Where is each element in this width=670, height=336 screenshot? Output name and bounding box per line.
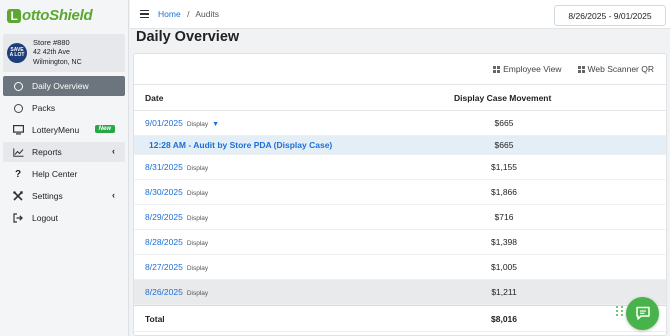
movement-value: $665 [494, 118, 514, 128]
sidebar-item-label: LotteryMenu [32, 125, 80, 135]
employee-view-button[interactable]: Employee View [493, 64, 562, 74]
date-link[interactable]: 8/28/2025 [145, 237, 183, 247]
table-row[interactable]: 8/28/2025 Display $1,398 [134, 230, 666, 255]
movement-value: $1,398 [491, 237, 517, 247]
sidebar-item-label: Daily Overview [32, 81, 89, 91]
grid-icon [577, 65, 585, 73]
table-row[interactable]: 8/26/2025 Display $1,211 [134, 280, 666, 305]
total-row: Total $8,016 [134, 305, 666, 332]
logo-wordmark: ottoShield [22, 6, 93, 24]
store-name: Store #880 [33, 38, 70, 47]
chat-icon [635, 306, 650, 320]
audit-detail-row[interactable]: 12:28 AM - Audit by Store PDA (Display C… [134, 136, 666, 155]
card-toolbar: Employee View Web Scanner QR [134, 54, 666, 84]
top-bar: Home / Audits 8/26/2025 - 9/01/2025 [130, 0, 670, 29]
breadcrumb-separator: / [187, 9, 190, 19]
date-range-picker[interactable]: 8/26/2025 - 9/01/2025 [554, 5, 666, 26]
sidebar-item-label: Packs [32, 103, 56, 113]
store-logo: SAVE A LOT [7, 43, 27, 63]
tools-icon [12, 191, 24, 201]
column-header-date: Date [145, 92, 164, 103]
sidebar-item-reports[interactable]: Reports ‹ [3, 142, 125, 162]
sidebar-item-packs[interactable]: Packs [3, 98, 125, 118]
table-row[interactable]: 8/31/2025 Display $1,155 [134, 155, 666, 180]
breadcrumb-home-link[interactable]: Home [158, 9, 181, 19]
total-label: Total [145, 313, 165, 324]
date-link[interactable]: 8/29/2025 [145, 212, 183, 222]
date-link[interactable]: 8/31/2025 [145, 162, 183, 172]
display-label: Display [186, 121, 209, 128]
store-address-line2: Wilmington, NC [33, 59, 82, 66]
column-header-movement: Display Case Movement [454, 92, 552, 103]
chevron-left-icon: ‹ [112, 190, 115, 200]
new-badge: New [94, 125, 115, 133]
sidebar-item-help-center[interactable]: ? Help Center [3, 164, 125, 184]
circle-icon [12, 81, 24, 91]
page-title: Daily Overview [136, 29, 240, 45]
movement-value: $1,866 [491, 187, 517, 197]
employee-view-label: Employee View [503, 64, 562, 74]
breadcrumb-current: Audits [195, 9, 219, 19]
movement-value: $1,155 [491, 162, 517, 172]
drag-handle-icon[interactable] [616, 306, 624, 316]
web-scanner-label: Web Scanner QR [587, 64, 654, 74]
movement-value: $1,005 [491, 262, 517, 272]
breadcrumb: Home / Audits [158, 9, 219, 19]
web-scanner-qr-button[interactable]: Web Scanner QR [577, 64, 654, 74]
date-link[interactable]: 8/26/2025 [145, 287, 183, 297]
movement-value: $1,211 [491, 287, 517, 297]
total-value: $8,016 [491, 313, 517, 324]
movement-value: $665 [494, 140, 514, 150]
overview-card: Employee View Web Scanner QR Date Displa… [133, 53, 667, 336]
display-label: Display [186, 165, 209, 172]
monitor-icon [12, 125, 24, 135]
sidebar-item-label: Logout [32, 213, 58, 223]
date-link[interactable]: 8/27/2025 [145, 262, 183, 272]
circle-icon [12, 103, 24, 113]
sidebar-item-lotterymenu[interactable]: LotteryMenu New [3, 120, 125, 140]
chat-button[interactable] [626, 297, 659, 330]
logout-icon [12, 213, 24, 223]
display-label: Display [186, 290, 209, 297]
chevron-left-icon: ‹ [112, 146, 115, 156]
chart-icon [12, 148, 24, 157]
display-label: Display [186, 215, 209, 222]
display-label: Display [186, 190, 209, 197]
grid-icon [493, 65, 501, 73]
sidebar-item-label: Reports [32, 147, 62, 157]
caret-down-icon[interactable]: ▼ [212, 121, 219, 128]
sidebar-item-label: Help Center [32, 169, 78, 179]
logo-letter: L [7, 8, 21, 23]
sidebar-item-logout[interactable]: Logout [3, 208, 125, 228]
sidebar-item-daily-overview[interactable]: Daily Overview [3, 76, 125, 96]
table-row[interactable]: 8/30/2025 Display $1,866 [134, 180, 666, 205]
logo-text: LottoShield [7, 6, 93, 24]
display-label: Display [186, 240, 209, 247]
store-logo-line2: A LOT [9, 52, 25, 58]
store-info: Store #880 42 42th Ave Wilmington, NC [33, 38, 82, 68]
date-link[interactable]: 9/01/2025 [145, 118, 183, 128]
sidebar: LottoShield SAVE A LOT Store #880 42 42th… [0, 0, 129, 336]
movement-value: $716 [494, 212, 514, 222]
app-logo[interactable]: LottoShield [0, 0, 128, 30]
question-icon: ? [14, 168, 22, 180]
sidebar-item-settings[interactable]: Settings ‹ [3, 186, 125, 206]
date-link[interactable]: 8/30/2025 [145, 187, 183, 197]
table-row[interactable]: 8/27/2025 Display $1,005 [134, 255, 666, 280]
menu-icon[interactable] [140, 10, 149, 18]
sidebar-item-label: Settings [32, 191, 63, 201]
audit-detail-link[interactable]: 12:28 AM - Audit by Store PDA (Display C… [134, 140, 474, 150]
table-row[interactable]: 9/01/2025 Display ▼ $665 [134, 111, 666, 136]
sidebar-nav: Daily Overview Packs LotteryMenu New Rep… [0, 76, 128, 228]
table-row[interactable]: 8/29/2025 Display $716 [134, 205, 666, 230]
table-header: Date Display Case Movement [134, 84, 666, 111]
display-label: Display [186, 265, 209, 272]
store-address-line1: 42 42th Ave [33, 49, 70, 56]
store-selector[interactable]: SAVE A LOT Store #880 42 42th Ave Wilming… [3, 34, 125, 72]
